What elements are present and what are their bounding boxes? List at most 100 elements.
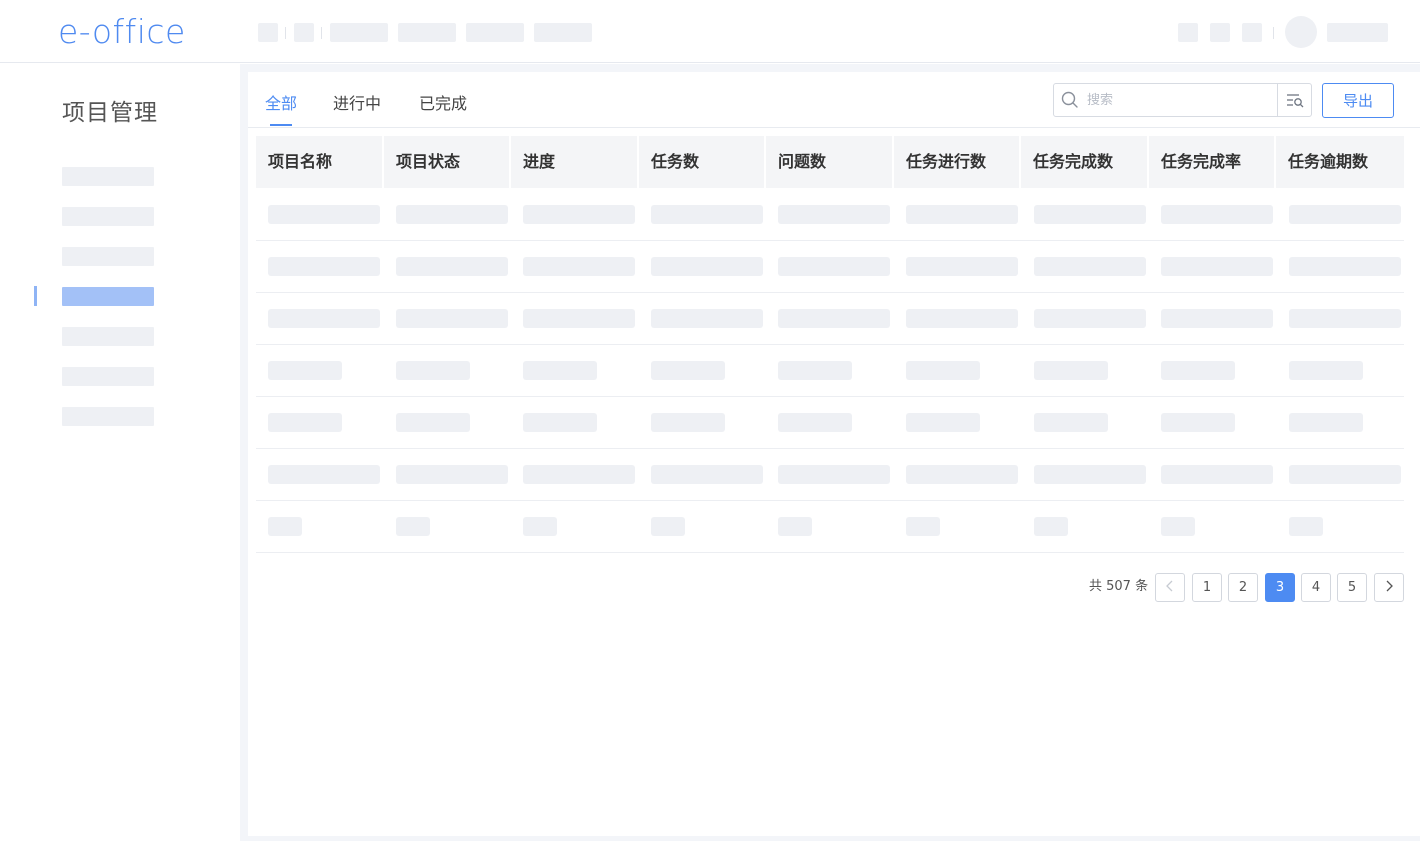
table-cell-placeholder [778, 413, 852, 432]
table-cell-placeholder [778, 257, 890, 276]
column-header[interactable]: 任务完成率 [1149, 136, 1276, 188]
column-header[interactable]: 任务完成数 [1021, 136, 1149, 188]
sidebar-item[interactable] [62, 367, 154, 386]
table-row-divider [256, 240, 1404, 241]
prev-page-button[interactable] [1155, 573, 1185, 602]
table-cell-placeholder [523, 413, 597, 432]
table-cell-placeholder [1034, 257, 1146, 276]
table-cell-placeholder [396, 257, 508, 276]
table-cell-placeholder [1161, 361, 1235, 380]
filter-icon [1287, 94, 1304, 108]
sidebar-item[interactable] [62, 407, 154, 426]
next-page-button[interactable] [1374, 573, 1404, 602]
sidebar-item[interactable] [62, 247, 154, 266]
column-header[interactable]: 进度 [511, 136, 639, 188]
table-cell-placeholder [523, 517, 557, 536]
page-button[interactable]: 4 [1301, 573, 1331, 602]
table-cell-placeholder [268, 413, 342, 432]
table-cell-placeholder [906, 413, 980, 432]
table-cell-placeholder [396, 517, 430, 536]
table-cell-placeholder [1034, 413, 1108, 432]
page-button[interactable]: 5 [1337, 573, 1367, 602]
avatar[interactable] [1285, 16, 1317, 48]
table-cell-placeholder [396, 205, 508, 224]
table-cell-placeholder [1289, 205, 1401, 224]
table-cell-placeholder [1161, 309, 1273, 328]
table-row-divider [256, 552, 1404, 553]
logo[interactable]: e-office [58, 12, 186, 52]
page-button-current[interactable]: 3 [1265, 573, 1295, 602]
search-input[interactable] [1085, 87, 1270, 113]
table-cell-placeholder [268, 205, 380, 224]
header-icon-placeholder[interactable] [1242, 23, 1262, 42]
table-cell-placeholder [778, 205, 890, 224]
table-cell-placeholder [396, 465, 508, 484]
table-cell-placeholder [1289, 361, 1363, 380]
page-button[interactable]: 1 [1192, 573, 1222, 602]
table-cell-placeholder [1289, 413, 1363, 432]
table-cell-placeholder [906, 205, 1018, 224]
nav-placeholder-1[interactable] [258, 23, 278, 42]
table-cell-placeholder [651, 205, 763, 224]
chevron-left-icon [1165, 580, 1175, 596]
sidebar-item[interactable] [62, 167, 154, 186]
column-header[interactable]: 问题数 [766, 136, 894, 188]
table-cell-placeholder [651, 361, 725, 380]
table-cell-placeholder [1161, 413, 1235, 432]
table-cell-placeholder [1034, 465, 1146, 484]
column-header[interactable]: 项目状态 [384, 136, 511, 188]
page-button[interactable]: 2 [1228, 573, 1258, 602]
table-cell-placeholder [906, 257, 1018, 276]
search-icon [1061, 91, 1079, 109]
tab-in-progress[interactable]: 进行中 [333, 94, 381, 114]
top-bar [0, 0, 1420, 63]
table-cell-placeholder [523, 257, 635, 276]
sidebar-title: 项目管理 [62, 100, 158, 126]
nav-placeholder-2[interactable] [294, 23, 314, 42]
table-cell-placeholder [1161, 465, 1273, 484]
table-cell-placeholder [268, 517, 302, 536]
table-cell-placeholder [651, 257, 763, 276]
tab-all[interactable]: 全部 [265, 94, 297, 114]
table-row-divider [256, 448, 1404, 449]
username-placeholder[interactable] [1327, 23, 1388, 42]
table-row-divider [256, 344, 1404, 345]
table-cell-placeholder [651, 309, 763, 328]
table-cell-placeholder [906, 309, 1018, 328]
table-cell-placeholder [396, 413, 470, 432]
column-header[interactable]: 任务数 [639, 136, 766, 188]
table-cell-placeholder [906, 517, 940, 536]
table-cell-placeholder [778, 309, 890, 328]
filter-button[interactable] [1277, 83, 1312, 117]
table-cell-placeholder [523, 309, 635, 328]
table-cell-placeholder [523, 465, 635, 484]
header-icon-placeholder[interactable] [1210, 23, 1230, 42]
pagination-total: 共 507 条 [1089, 579, 1149, 594]
table-cell-placeholder [906, 361, 980, 380]
table-cell-placeholder [906, 465, 1018, 484]
sidebar-item-active[interactable] [62, 287, 154, 306]
table-cell-placeholder [523, 361, 597, 380]
table-cell-placeholder [778, 517, 812, 536]
header-icon-placeholder[interactable] [1178, 23, 1198, 42]
table-cell-placeholder [1161, 517, 1195, 536]
sidebar-item[interactable] [62, 327, 154, 346]
sidebar-item[interactable] [62, 207, 154, 226]
export-button[interactable]: 导出 [1322, 83, 1394, 118]
table-cell-placeholder [268, 465, 380, 484]
tab-completed[interactable]: 已完成 [419, 94, 467, 114]
column-header[interactable]: 任务进行数 [894, 136, 1021, 188]
nav-placeholder-5[interactable] [466, 23, 524, 42]
column-header[interactable]: 项目名称 [256, 136, 384, 188]
table-row-divider [256, 396, 1404, 397]
column-header[interactable]: 任务逾期数 [1276, 136, 1404, 188]
table-cell-placeholder [1034, 309, 1146, 328]
nav-placeholder-4[interactable] [398, 23, 456, 42]
nav-placeholder-3[interactable] [330, 23, 388, 42]
table-cell-placeholder [1289, 309, 1401, 328]
nav-placeholder-6[interactable] [534, 23, 592, 42]
table-cell-placeholder [651, 413, 725, 432]
table-cell-placeholder [778, 465, 890, 484]
table-cell-placeholder [268, 309, 380, 328]
table-cell-placeholder [1034, 517, 1068, 536]
